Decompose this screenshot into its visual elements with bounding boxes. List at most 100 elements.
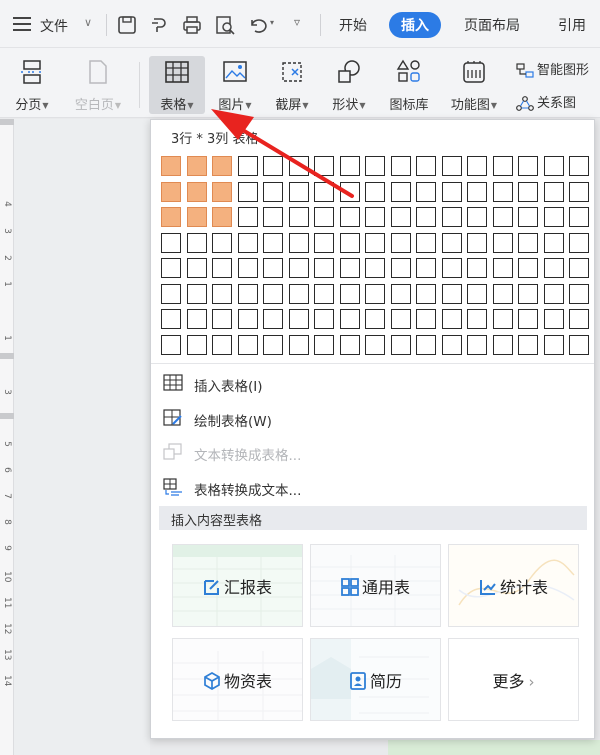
customize-toolbar-icon[interactable]: ▿: [294, 15, 300, 29]
grid-cell[interactable]: [263, 258, 283, 278]
grid-cell[interactable]: [416, 181, 436, 202]
grid-cell[interactable]: [416, 309, 436, 329]
grid-cell[interactable]: [186, 283, 207, 304]
grid-cell[interactable]: [569, 181, 589, 202]
grid-cell[interactable]: [365, 334, 385, 355]
grid-cell[interactable]: [365, 181, 385, 202]
grid-cell[interactable]: [161, 283, 181, 304]
grid-cell[interactable]: [390, 283, 411, 304]
grid-cell[interactable]: [543, 283, 564, 304]
grid-cell[interactable]: [416, 283, 436, 304]
grid-cell[interactable]: [467, 181, 487, 202]
page-break-button[interactable]: 分页▼: [5, 56, 59, 114]
grid-cell[interactable]: [543, 232, 564, 253]
file-menu[interactable]: 文件: [40, 16, 68, 36]
grid-cell[interactable]: [314, 232, 334, 253]
grid-cell[interactable]: [237, 283, 258, 304]
grid-cell[interactable]: [263, 207, 283, 227]
grid-cell[interactable]: [237, 309, 258, 329]
tab-page-layout[interactable]: 页面布局: [464, 15, 520, 35]
undo-dropdown-icon[interactable]: ▾: [270, 18, 274, 27]
grid-cell[interactable]: [237, 334, 258, 355]
template-statistics[interactable]: 统计表: [448, 544, 579, 627]
page-canvas[interactable]: [14, 119, 150, 755]
grid-cell[interactable]: [288, 309, 309, 329]
grid-cell[interactable]: [569, 232, 589, 253]
grid-cell[interactable]: [467, 258, 487, 278]
grid-cell[interactable]: [314, 156, 334, 176]
shapes-button[interactable]: 形状▼: [323, 56, 375, 114]
grid-cell[interactable]: [237, 156, 258, 176]
grid-cell[interactable]: [212, 181, 232, 202]
grid-cell[interactable]: [161, 309, 181, 329]
grid-cell[interactable]: [339, 258, 360, 278]
grid-cell[interactable]: [186, 207, 207, 227]
grid-cell[interactable]: [569, 334, 589, 355]
grid-cell[interactable]: [186, 309, 207, 329]
grid-cell[interactable]: [492, 283, 513, 304]
grid-cell[interactable]: [365, 156, 385, 176]
grid-cell[interactable]: [314, 309, 334, 329]
tab-insert[interactable]: 插入: [389, 12, 441, 38]
grid-cell[interactable]: [467, 207, 487, 227]
grid-cell[interactable]: [314, 283, 334, 304]
blank-page-button[interactable]: 空白页▼: [64, 56, 132, 114]
grid-cell[interactable]: [339, 334, 360, 355]
grid-cell[interactable]: [543, 207, 564, 227]
screenshot-button[interactable]: 截屏▼: [266, 56, 318, 114]
grid-cell[interactable]: [543, 334, 564, 355]
undo-icon[interactable]: [246, 14, 268, 36]
grid-cell[interactable]: [441, 334, 462, 355]
grid-cell[interactable]: [390, 334, 411, 355]
grid-cell[interactable]: [518, 334, 538, 355]
grid-cell[interactable]: [339, 156, 360, 176]
grid-cell[interactable]: [288, 283, 309, 304]
grid-cell[interactable]: [365, 283, 385, 304]
grid-cell[interactable]: [543, 309, 564, 329]
grid-cell[interactable]: [543, 181, 564, 202]
print-icon[interactable]: [181, 14, 203, 36]
relation-chart-button[interactable]: 关系图: [516, 92, 576, 112]
grid-cell[interactable]: [390, 156, 411, 176]
table-button[interactable]: 表格▼: [149, 56, 205, 114]
table-to-text-item[interactable]: 表格转换成文本...: [161, 473, 581, 503]
save-icon[interactable]: [116, 14, 138, 36]
grid-cell[interactable]: [161, 334, 181, 355]
grid-cell[interactable]: [212, 334, 232, 355]
grid-cell[interactable]: [314, 258, 334, 278]
grid-cell[interactable]: [518, 181, 538, 202]
grid-cell[interactable]: [365, 232, 385, 253]
grid-cell[interactable]: [390, 207, 411, 227]
grid-cell[interactable]: [390, 258, 411, 278]
grid-cell[interactable]: [237, 258, 258, 278]
grid-cell[interactable]: [467, 283, 487, 304]
grid-cell[interactable]: [212, 232, 232, 253]
grid-cell[interactable]: [339, 283, 360, 304]
grid-cell[interactable]: [416, 207, 436, 227]
grid-cell[interactable]: [288, 207, 309, 227]
grid-cell[interactable]: [161, 258, 181, 278]
grid-cell[interactable]: [339, 207, 360, 227]
grid-cell[interactable]: [186, 156, 207, 176]
grid-cell[interactable]: [467, 232, 487, 253]
grid-cell[interactable]: [212, 156, 232, 176]
grid-cell[interactable]: [492, 309, 513, 329]
grid-cell[interactable]: [263, 309, 283, 329]
grid-cell[interactable]: [518, 207, 538, 227]
grid-cell[interactable]: [467, 156, 487, 176]
grid-cell[interactable]: [492, 207, 513, 227]
grid-cell[interactable]: [492, 334, 513, 355]
grid-cell[interactable]: [212, 207, 232, 227]
template-more[interactable]: 更多 ›: [448, 638, 579, 721]
grid-cell[interactable]: [161, 156, 181, 176]
template-general[interactable]: 通用表: [310, 544, 441, 627]
grid-cell[interactable]: [237, 232, 258, 253]
template-materials[interactable]: 物资表: [172, 638, 303, 721]
grid-cell[interactable]: [441, 309, 462, 329]
grid-cell[interactable]: [390, 181, 411, 202]
grid-cell[interactable]: [263, 232, 283, 253]
grid-cell[interactable]: [518, 232, 538, 253]
grid-cell[interactable]: [518, 283, 538, 304]
insert-table-item[interactable]: 插入表格(I): [161, 369, 581, 399]
grid-cell[interactable]: [441, 207, 462, 227]
